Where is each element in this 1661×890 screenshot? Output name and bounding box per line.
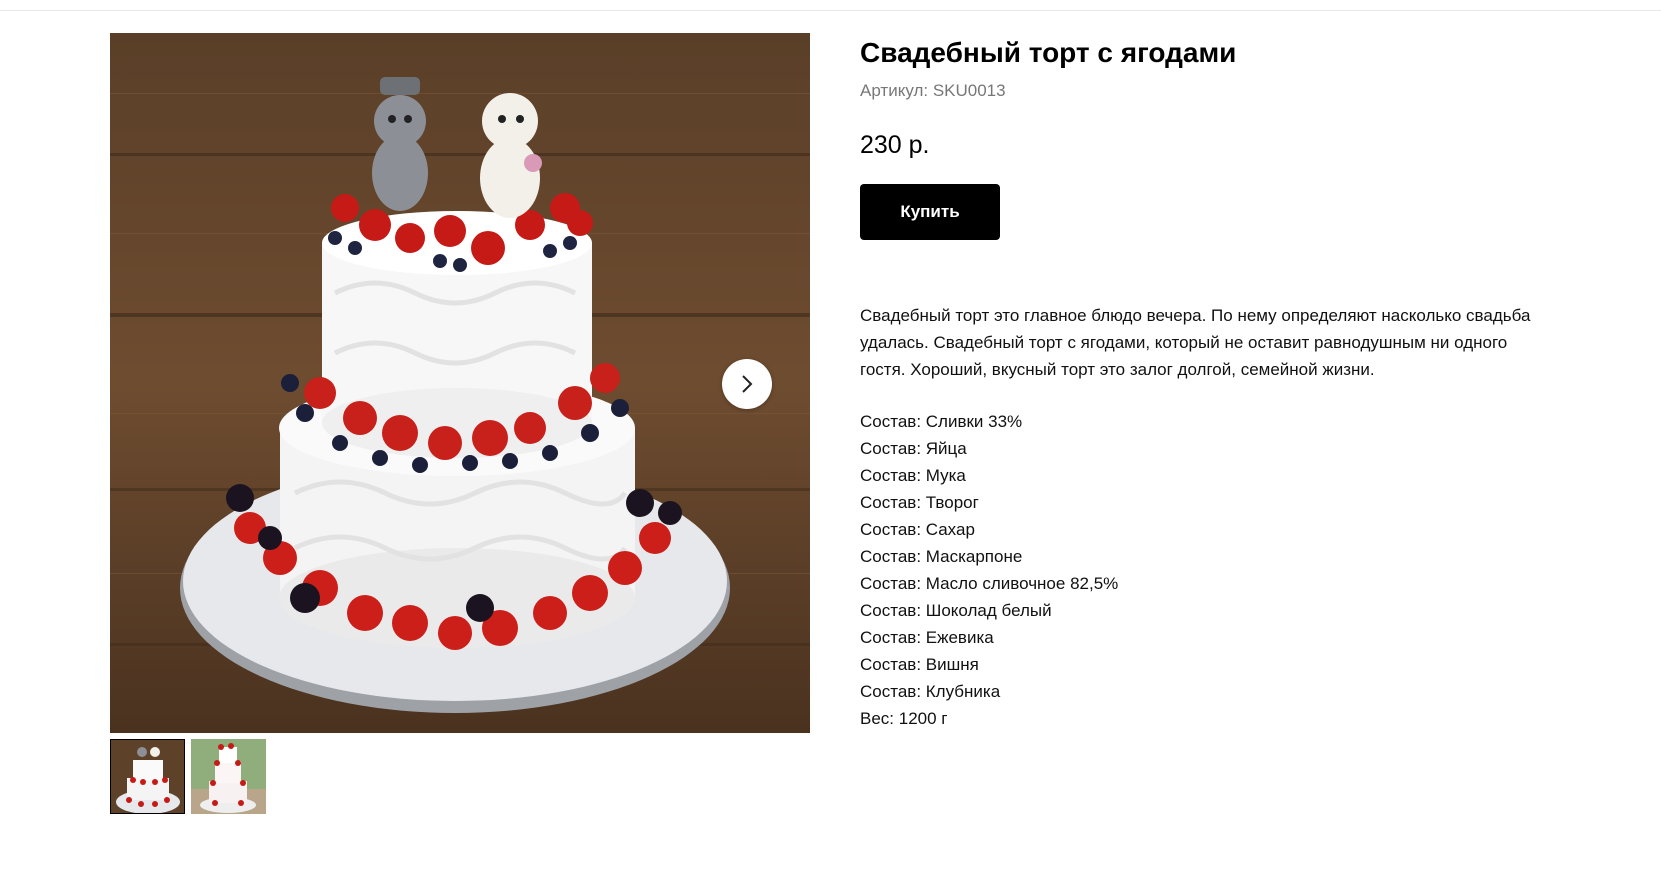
property-row: Состав: Сливки 33%: [860, 412, 1023, 431]
product-info: Свадебный торт с ягодами Артикул: SKU001…: [860, 33, 1560, 732]
cake-photo: [110, 33, 810, 733]
property-row: Состав: Сахар: [860, 520, 975, 539]
product-description: Свадебный торт это главное блюдо вечера.…: [860, 306, 1531, 379]
thumbnail-2-image: [191, 739, 266, 814]
property-row: Состав: Яйца: [860, 439, 967, 458]
product-sku: Артикул: SKU0013: [860, 81, 1006, 100]
thumbnail-2[interactable]: [191, 739, 266, 814]
main-product-photo[interactable]: [110, 33, 810, 733]
product-title: Свадебный торт с ягодами: [860, 37, 1237, 68]
gallery-next-button[interactable]: [722, 359, 772, 409]
header-divider: [0, 10, 1661, 11]
property-row: Состав: Клубника: [860, 682, 1001, 701]
property-row: Состав: Творог: [860, 493, 979, 512]
weight-row: Вес: 1200 г: [860, 709, 948, 728]
buy-button[interactable]: Купить: [860, 184, 1000, 240]
property-row: Состав: Ежевика: [860, 628, 994, 647]
gallery-thumbnails: [110, 739, 810, 814]
property-row: Состав: Шоколад белый: [860, 601, 1052, 620]
bride-figurine: [480, 93, 542, 218]
product-properties: Состав: Сливки 33% Состав: Яйца Состав: …: [860, 408, 1560, 732]
thumbnail-1-image: [111, 740, 184, 813]
product-gallery: [110, 33, 810, 814]
thumbnail-1[interactable]: [110, 739, 185, 814]
property-row: Состав: Маскарпоне: [860, 547, 1023, 566]
chevron-right-icon: [742, 375, 753, 393]
property-row: Состав: Мука: [860, 466, 966, 485]
property-row: Состав: Масло сливочное 82,5%: [860, 574, 1119, 593]
property-row: Состав: Вишня: [860, 655, 979, 674]
product-price: 230 р.: [860, 131, 930, 159]
